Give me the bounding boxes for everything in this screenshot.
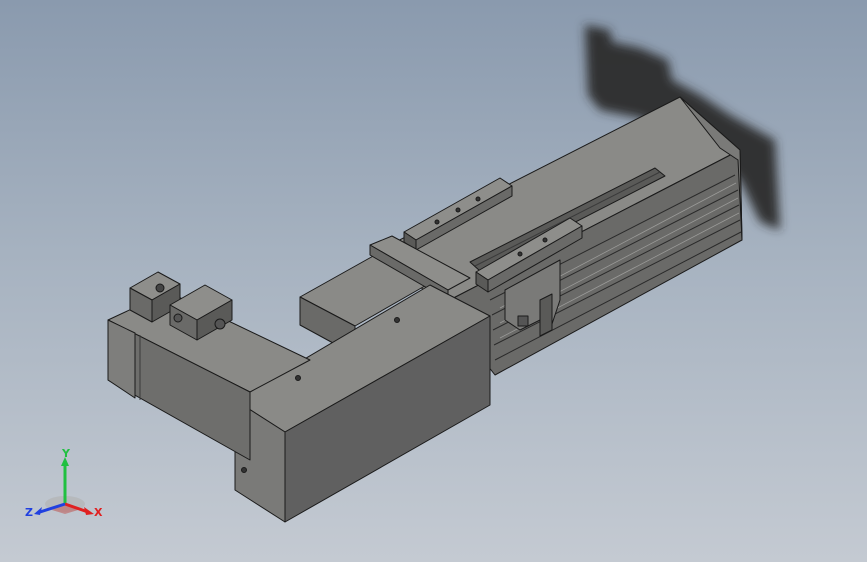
- x-axis-label: X: [94, 506, 103, 519]
- graphics-viewport[interactable]: Y X Z: [0, 0, 867, 562]
- motor-end-cap: [107, 319, 136, 399]
- z-axis-label: Z: [25, 506, 33, 519]
- y-axis-label: Y: [61, 448, 71, 460]
- x-axis-head: [84, 507, 94, 515]
- view-orientation-triad[interactable]: Y X Z: [22, 448, 108, 524]
- z-axis-head: [34, 507, 42, 515]
- model-scene[interactable]: [0, 0, 867, 562]
